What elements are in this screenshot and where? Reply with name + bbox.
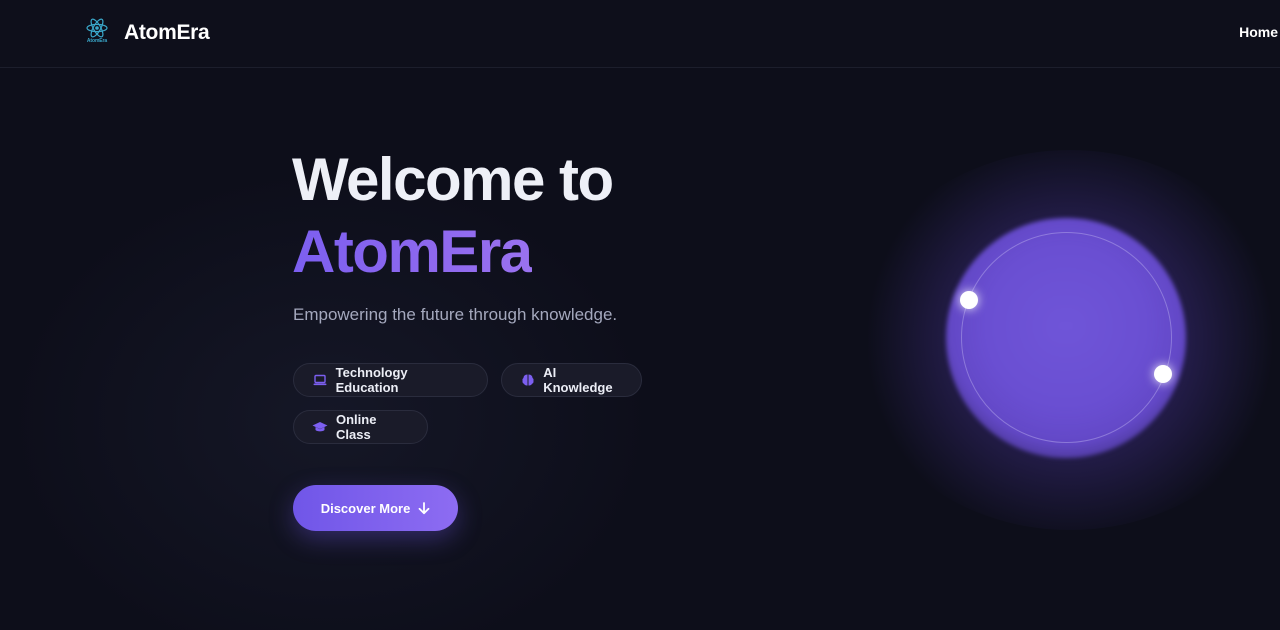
laptop-icon xyxy=(312,372,328,388)
cta-label: Discover More xyxy=(320,500,411,516)
orbit-dot xyxy=(1154,365,1172,383)
logo-text: AtomEra xyxy=(86,38,108,44)
hero-title-brand: AtomEra xyxy=(292,216,533,288)
tag-label: AI Knowledge xyxy=(543,365,613,395)
nav-home-link[interactable]: Home xyxy=(1239,24,1278,40)
tag-technology-education[interactable]: Technology Education xyxy=(293,363,488,397)
discover-more-button[interactable]: Discover More xyxy=(293,485,458,531)
tag-label: Online Class xyxy=(336,412,377,442)
atom-icon xyxy=(86,18,108,38)
brain-icon xyxy=(520,372,535,388)
site-header: AtomEra AtomEra Home xyxy=(0,0,1280,68)
graduation-cap-icon xyxy=(312,419,328,435)
hero-title: Welcome to xyxy=(292,146,614,213)
page: AtomEra AtomEra Home Welcome to AtomEra … xyxy=(0,0,1280,630)
orbit-ring xyxy=(961,232,1172,443)
hero-tagline: Empowering the future through knowledge. xyxy=(293,305,618,324)
tag-ai-knowledge[interactable]: AI Knowledge xyxy=(501,363,642,397)
brand-name[interactable]: AtomEra xyxy=(124,21,210,45)
logo[interactable]: AtomEra xyxy=(84,18,110,48)
arrow-down-icon xyxy=(418,501,430,515)
tag-label: Technology Education xyxy=(335,365,408,395)
tag-online-class[interactable]: Online Class xyxy=(293,410,428,444)
orbit-dot xyxy=(960,291,978,309)
